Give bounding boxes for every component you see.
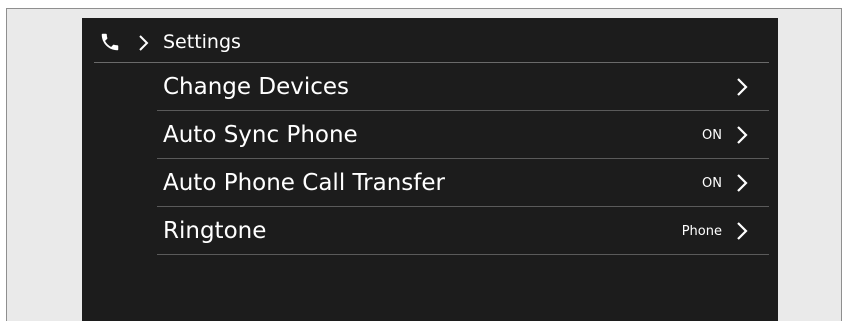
list-item-label: Auto Sync Phone (163, 122, 358, 148)
list-item-auto-sync-phone[interactable]: Auto Sync Phone ON (82, 111, 778, 159)
header-breadcrumb: Settings (82, 18, 778, 63)
chevron-right-icon (737, 126, 748, 144)
chevron-right-icon (737, 222, 748, 240)
list-item-change-devices[interactable]: Change Devices (82, 63, 778, 111)
status-badge: ON (702, 128, 722, 143)
row-divider (157, 254, 769, 255)
list-item-value: Phone (681, 224, 722, 239)
chevron-right-icon (737, 174, 748, 192)
phone-icon[interactable] (99, 31, 121, 53)
page-title: Settings (163, 31, 241, 53)
list-item-ringtone[interactable]: Ringtone Phone (82, 207, 778, 255)
chevron-right-icon (139, 35, 149, 51)
chevron-right-icon (737, 78, 748, 96)
list-item-auto-phone-call-transfer[interactable]: Auto Phone Call Transfer ON (82, 159, 778, 207)
list-item-label: Ringtone (163, 218, 267, 244)
phone-settings-screen: Settings Change Devices Auto Sync Phone … (82, 18, 778, 321)
status-badge: ON (702, 176, 722, 191)
list-item-label: Auto Phone Call Transfer (163, 170, 445, 196)
list-item-label: Change Devices (163, 74, 350, 100)
